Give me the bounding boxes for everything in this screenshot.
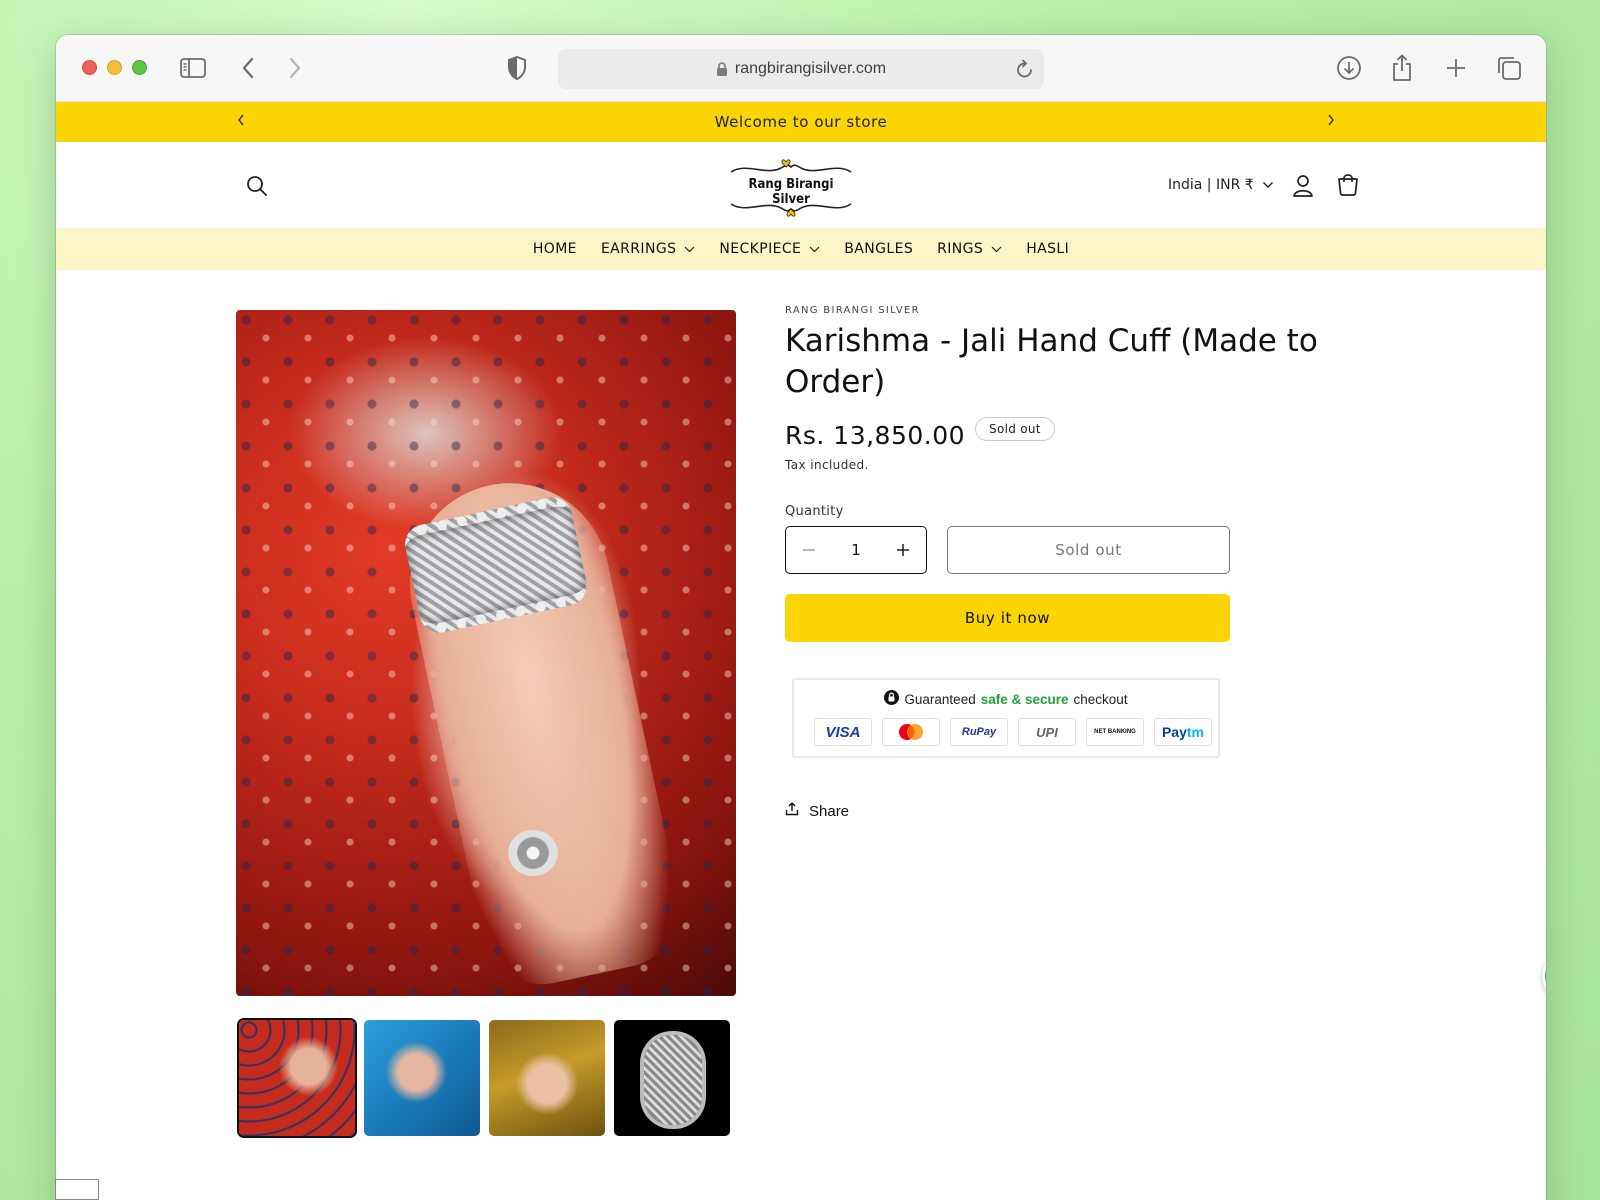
nav-item-bangles[interactable]: BANGLES — [844, 241, 913, 257]
announcement-text: Welcome to our store — [714, 113, 888, 131]
reload-icon[interactable] — [1016, 59, 1034, 79]
visa-icon: VISA — [814, 718, 872, 746]
nav-item-earrings[interactable]: EARRINGS — [601, 241, 695, 257]
product-thumbnail[interactable] — [237, 1018, 357, 1138]
site-header: Rang Birangi Silver India | INR ₹ — [56, 142, 1546, 228]
paytm-icon: Pay tm — [1154, 718, 1212, 746]
whatsapp-chat-button[interactable] — [1542, 952, 1546, 1000]
product-price: Rs. 13,850.00 — [785, 421, 966, 450]
product-thumbnail[interactable] — [364, 1020, 480, 1136]
upi-icon: UPI — [1018, 718, 1076, 746]
country-selector-label: India | INR ₹ — [1168, 177, 1254, 193]
quantity-stepper: 1 — [785, 526, 927, 574]
plus-icon — [896, 544, 909, 556]
thumbnail-gallery — [237, 1018, 730, 1138]
nav-item-hasli[interactable]: HASLI — [1026, 241, 1069, 257]
price-row: Rs. 13,850.00 Sold out — [785, 416, 1345, 450]
nav-item-label: HOME — [532, 241, 577, 257]
chevron-down-icon — [991, 246, 1002, 253]
announcement-next-icon[interactable] — [1326, 113, 1336, 127]
chevron-down-icon — [1262, 177, 1274, 193]
sidebar-toggle-icon[interactable] — [178, 53, 208, 83]
quantity-decrease-button[interactable] — [786, 527, 832, 573]
downloads-icon[interactable] — [1334, 53, 1364, 83]
window-controls — [82, 60, 147, 75]
search-icon[interactable] — [246, 175, 268, 202]
net-banking-icon: NET BANKING — [1086, 718, 1144, 746]
nav-item-neckpiece[interactable]: NECKPIECE — [719, 241, 820, 257]
nav-item-label: RINGS — [937, 241, 984, 257]
secure-checkout-text: Guaranteed safe & secure checkout — [794, 690, 1218, 708]
minus-icon — [803, 549, 815, 551]
nav-item-label: NECKPIECE — [719, 241, 802, 257]
nav-item-rings[interactable]: RINGS — [937, 241, 1002, 257]
nav-item-label: EARRINGS — [600, 241, 677, 257]
privacy-shield-icon[interactable] — [502, 53, 532, 83]
tax-note: Tax included. — [785, 458, 869, 472]
share-page-icon[interactable] — [1387, 53, 1417, 83]
sold-out-button[interactable]: Sold out — [947, 526, 1230, 574]
sold-out-badge: Sold out — [975, 416, 1055, 441]
country-selector[interactable]: India | INR ₹ — [1168, 177, 1274, 193]
product-main-image[interactable] — [236, 310, 736, 996]
secure-prefix: Guaranteed — [904, 691, 976, 707]
purchase-row: 1 Sold out — [785, 526, 1345, 574]
lock-icon — [716, 61, 728, 77]
quantity-label: Quantity — [785, 504, 844, 519]
nav-item-home[interactable]: HOME — [533, 241, 577, 257]
mastercard-icon — [882, 718, 940, 746]
minimize-window-button[interactable] — [107, 60, 122, 75]
product-vendor: RANG BIRANGI SILVER — [785, 305, 920, 316]
address-bar[interactable]: rangbirangisilver.com — [558, 49, 1044, 89]
quantity-input[interactable]: 1 — [851, 541, 861, 559]
site-logo[interactable]: Rang Birangi Silver — [726, 158, 856, 218]
buy-now-button[interactable]: Buy it now — [785, 594, 1230, 642]
url-text: rangbirangisilver.com — [734, 60, 887, 77]
chevron-down-icon — [684, 246, 695, 253]
product-thumbnail[interactable] — [489, 1020, 605, 1136]
logo-text: Rang Birangi Silver — [748, 177, 834, 207]
browser-toolbar: rangbirangisilver.com — [56, 35, 1546, 102]
nav-item-label: HASLI — [1026, 241, 1070, 257]
announcement-prev-icon[interactable] — [236, 113, 246, 127]
product-thumbnail[interactable] — [614, 1020, 730, 1136]
share-button[interactable]: Share — [785, 802, 1345, 820]
new-tab-icon[interactable] — [1441, 53, 1471, 83]
browser-window: rangbirangisilver.com Welcome to our sto… — [56, 35, 1546, 1200]
back-icon[interactable] — [233, 53, 263, 83]
forward-icon[interactable] — [280, 53, 310, 83]
main-nav: HOME EARRINGS NECKPIECE BANGLES RINGS HA… — [56, 228, 1546, 270]
payment-methods: VISA RuPay UPI NET BANKING Pay tm — [814, 718, 1212, 746]
close-window-button[interactable] — [82, 60, 97, 75]
zoom-window-button[interactable] — [132, 60, 147, 75]
share-icon — [785, 802, 799, 820]
cart-icon[interactable] — [1336, 173, 1360, 202]
product-info: RANG BIRANGI SILVER Karishma - Jali Hand… — [785, 305, 1345, 820]
account-icon[interactable] — [1292, 174, 1314, 203]
chevron-down-icon — [809, 246, 820, 253]
nav-item-label: BANGLES — [844, 241, 914, 257]
secure-checkout-box: Guaranteed safe & secure checkout VISA R… — [792, 678, 1220, 758]
quantity-increase-button[interactable] — [880, 527, 926, 573]
ring-illustration — [508, 830, 558, 876]
share-label: Share — [809, 802, 850, 820]
announcement-bar: Welcome to our store — [56, 102, 1546, 142]
secure-suffix: checkout — [1073, 691, 1128, 707]
padlock-icon — [884, 690, 900, 708]
tab-overview-icon[interactable] — [1494, 53, 1524, 83]
corner-widget[interactable] — [55, 1179, 99, 1200]
rupay-icon: RuPay — [950, 718, 1008, 746]
secure-highlight: safe & secure — [980, 691, 1069, 707]
product-title: Karishma - Jali Hand Cuff (Made to Order… — [785, 323, 1318, 400]
